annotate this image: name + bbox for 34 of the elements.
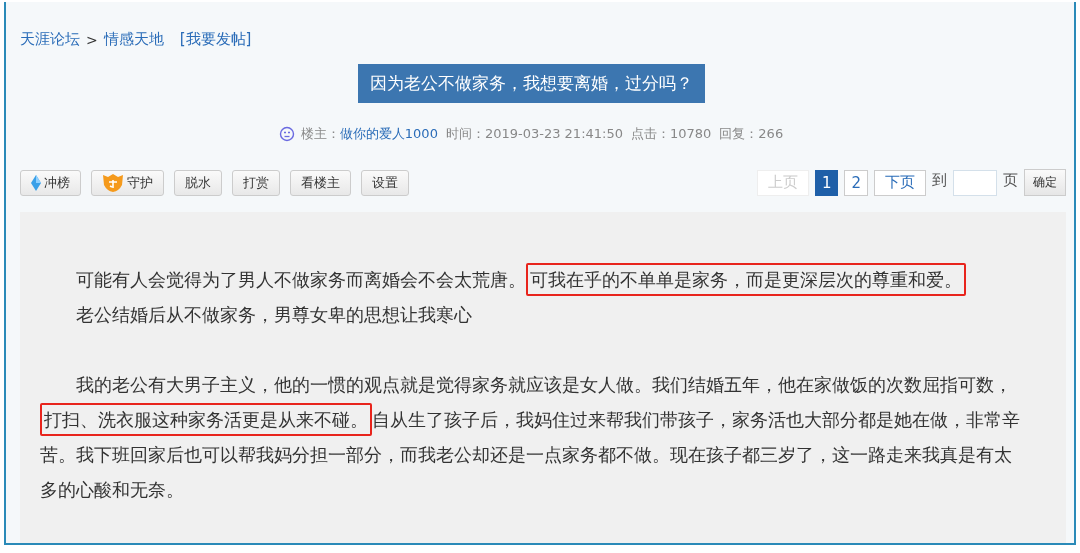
author-label: 楼主：	[300, 125, 340, 143]
face-icon	[278, 126, 295, 142]
forum-link[interactable]: 天涯论坛	[20, 30, 80, 49]
toolbar-button[interactable]: 看楼主	[290, 169, 351, 196]
author-link[interactable]: 做你的爱人1000	[339, 125, 438, 143]
page-number-field[interactable]	[953, 169, 997, 196]
goto-label: 到	[932, 171, 947, 190]
shield-icon	[102, 172, 124, 193]
diamond-icon	[31, 174, 41, 191]
toolbar-button[interactable]: 脱水	[174, 169, 222, 196]
body-text: 自从生了孩子后，我妈住过来帮我们带孩子，家务活也大部分都是她在做，非常辛	[372, 409, 1020, 430]
highlighted-sentence: 打扫、洗衣服这种家务活更是从来不碰。	[40, 403, 372, 436]
body-text: 可能有人会觉得为了男人不做家务而离婚会不会太荒唐。	[76, 269, 526, 290]
board-link[interactable]: 情感天地	[103, 30, 164, 49]
body-text: 老公结婚后从不做家务，男尊女卑的思想让我寒心	[76, 304, 472, 325]
page-unit-label: 页	[1003, 171, 1018, 190]
page-number-button[interactable]: 1	[814, 169, 839, 196]
body-text: 苦。我下班回家后也可以帮我妈分担一部分，而我老公却还是一点家务都不做。现在孩子都三岁了，这一路走来我真是有太	[40, 444, 1012, 465]
click-count: 点击：10780	[631, 125, 712, 143]
page-number-button[interactable]: 2	[844, 169, 868, 196]
body-text: 多的心酸和无奈。	[40, 479, 184, 500]
post-time: 时间：2019-03-23 21:41:50	[445, 125, 623, 143]
toolbar-button[interactable]: 设置	[361, 169, 409, 196]
confirm-button[interactable]: 确定	[1024, 169, 1066, 196]
next-page-button[interactable]: 下页	[874, 169, 926, 196]
toolbar-button[interactable]: 守护	[91, 169, 164, 196]
highlighted-sentence: 可我在乎的不单单是家务，而是更深层次的尊重和爱。	[526, 263, 966, 296]
body-text: 我的老公有大男子主义，他的一惯的观点就是觉得家务就应该是女人做。我们结婚五年，他在家做饭的次数屈指可数，	[76, 374, 1012, 395]
toolbar-button[interactable]: 打赏	[232, 169, 280, 196]
new-post-link[interactable]: [我要发帖]	[179, 30, 252, 49]
post-title: 因为老公不做家务，我想要离婚，过分吗？	[357, 64, 705, 103]
breadcrumb-separator: >	[86, 31, 98, 48]
reply-count: 回复：266	[719, 125, 784, 143]
toolbar-button[interactable]: 冲榜	[20, 169, 81, 196]
